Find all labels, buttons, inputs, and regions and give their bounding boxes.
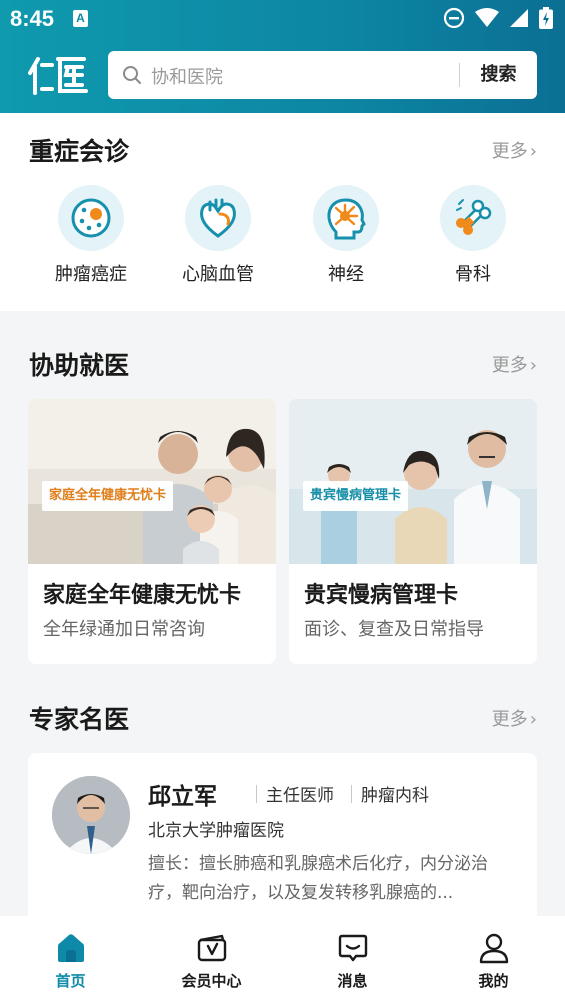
section-title: 专家名医	[29, 705, 130, 734]
bone-icon	[440, 185, 506, 251]
search-input[interactable]: 协和医院	[151, 63, 223, 89]
category-label: 肿瘤癌症	[55, 264, 127, 285]
service-card-family[interactable]: 家庭全年健康无忧卡 家庭全年健康无忧卡 全年绿通加日常咨询	[28, 399, 276, 664]
search-icon	[123, 66, 141, 84]
search-bar[interactable]: 协和医院 搜索	[108, 51, 537, 99]
doctor-title: 主任医师	[266, 786, 334, 806]
signal-icon	[510, 9, 528, 27]
battery-icon	[539, 7, 553, 29]
status-bar: 8:45 A	[0, 0, 565, 38]
card-tag: 家庭全年健康无忧卡	[42, 481, 174, 511]
more-link[interactable]: 更多 ›	[492, 351, 537, 377]
nav-messages[interactable]: 消息	[282, 916, 423, 1004]
heart-icon	[185, 185, 251, 251]
dnd-icon	[443, 7, 465, 29]
nav-label: 我的	[478, 972, 509, 990]
nav-home[interactable]: 首页	[0, 916, 141, 1004]
doctor-hospital: 北京大学肿瘤医院	[148, 821, 284, 841]
doctor-avatar	[52, 776, 130, 854]
more-label: 更多	[491, 709, 528, 730]
chevron-right-icon: ›	[529, 709, 537, 730]
brain-neuron-icon	[313, 185, 379, 251]
doctor-department: 肿瘤内科	[361, 786, 429, 806]
card-subtitle: 面诊、复查及日常指导	[304, 619, 484, 640]
doctor-specialty: 擅长：擅长肺癌和乳腺癌术后化疗，内分泌治疗，靶向治疗，以及复发转移乳腺癌的...	[148, 854, 488, 903]
card-tag: 贵宾慢病管理卡	[303, 481, 409, 511]
app-logo	[28, 55, 88, 95]
wifi-icon	[475, 8, 499, 27]
critical-care-section: 重症会诊 更多 › 肿瘤癌症 心脑血管 神经 骨科	[0, 113, 565, 311]
category-label: 骨科	[455, 264, 491, 285]
status-time: 8:45	[10, 6, 55, 31]
nav-label: 会员中心	[181, 972, 242, 990]
home-icon	[58, 934, 84, 962]
meta-divider	[351, 785, 352, 803]
nav-member[interactable]: 会员中心	[141, 916, 282, 1004]
more-label: 更多	[491, 355, 528, 376]
bottom-nav: 首页 会员中心 消息 我的	[0, 916, 565, 1004]
category-ortho[interactable]: 骨科	[418, 185, 528, 286]
more-label: 更多	[491, 141, 528, 162]
category-tumor[interactable]: 肿瘤癌症	[36, 185, 146, 286]
more-link[interactable]: 更多 ›	[492, 705, 537, 731]
card-subtitle: 全年绿通加日常咨询	[43, 619, 205, 640]
nav-profile[interactable]: 我的	[423, 916, 564, 1004]
content-area: 协助就医 更多 › 家庭全年健康无忧卡 家庭全年健康无忧卡 全年绿通加日常咨询 …	[0, 311, 565, 953]
service-card-chronic[interactable]: 贵宾慢病管理卡 贵宾慢病管理卡 面诊、复查及日常指导	[289, 399, 537, 664]
section-title: 重症会诊	[29, 137, 130, 166]
nav-label: 消息	[337, 972, 368, 990]
app-header: 8:45 A 协和医院 搜索	[0, 0, 565, 113]
category-cardio[interactable]: 心脑血管	[163, 185, 273, 286]
more-link[interactable]: 更多 ›	[492, 137, 537, 163]
meta-divider	[256, 785, 257, 803]
notification-icon: A	[73, 10, 88, 27]
card-title: 家庭全年健康无忧卡	[43, 583, 242, 608]
chevron-right-icon: ›	[529, 355, 537, 376]
chevron-right-icon: ›	[529, 141, 537, 162]
category-label: 心脑血管	[182, 264, 254, 285]
status-icons	[443, 7, 553, 29]
category-neuro[interactable]: 神经	[291, 185, 401, 286]
category-label: 神经	[328, 264, 364, 285]
message-icon	[338, 934, 368, 962]
section-title: 协助就医	[29, 351, 130, 380]
tumor-cell-icon	[58, 185, 124, 251]
nav-label: 首页	[55, 972, 86, 990]
card-title: 贵宾慢病管理卡	[304, 583, 459, 608]
search-button[interactable]: 搜索	[460, 51, 537, 99]
profile-icon	[479, 933, 509, 964]
member-card-icon	[197, 934, 227, 962]
doctor-name: 邱立军	[148, 784, 217, 810]
